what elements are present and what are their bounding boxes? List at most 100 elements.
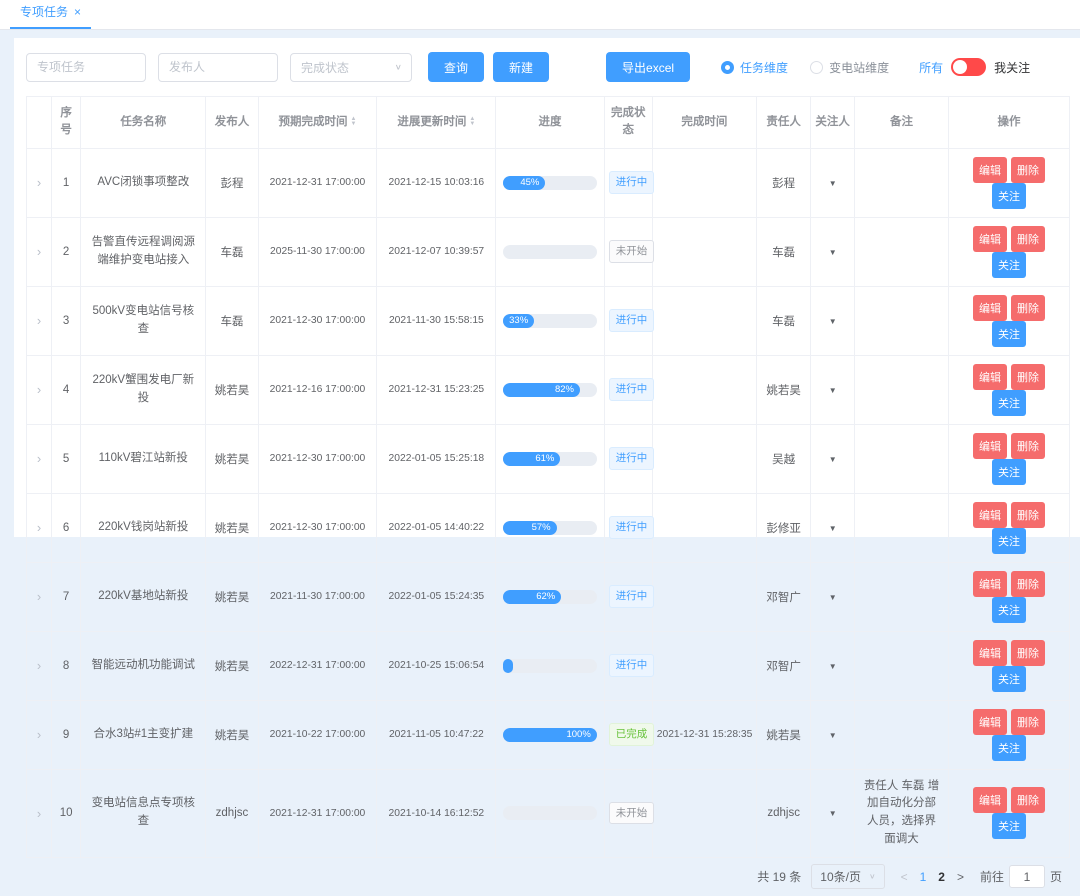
edit-button[interactable]: 编辑 [973,364,1007,390]
delete-button[interactable]: 删除 [1011,709,1045,735]
expand-row-icon[interactable]: › [37,451,41,466]
follow-button[interactable]: 关注 [992,459,1026,485]
progress-fill [503,659,513,673]
edit-button[interactable]: 编辑 [973,433,1007,459]
edit-button[interactable]: 编辑 [973,571,1007,597]
delete-button[interactable]: 删除 [1011,502,1045,528]
task-name: AVC闭锁事项整改 [81,148,206,217]
edit-button[interactable]: 编辑 [973,226,1007,252]
header-publisher: 发布人 [206,97,258,149]
delete-button[interactable]: 删除 [1011,364,1045,390]
follower-dropdown-icon[interactable]: ▼ [829,386,837,395]
delete-button[interactable]: 删除 [1011,433,1045,459]
follow-button[interactable]: 关注 [992,666,1026,692]
prev-page-button[interactable]: < [895,870,914,884]
tab-close-icon[interactable]: × [74,6,81,18]
sort-down-icon[interactable]: ▼ [469,122,475,127]
follow-button[interactable]: 关注 [992,735,1026,761]
expand-row-icon[interactable]: › [37,244,41,259]
status-badge: 进行中 [609,171,655,194]
row-expand-cell: › [27,355,52,424]
page-number-2[interactable]: 2 [932,870,951,884]
follower-dropdown-icon[interactable]: ▼ [829,455,837,464]
follower-dropdown-icon[interactable]: ▼ [829,248,837,257]
task-name-filter-input[interactable] [26,53,146,82]
delete-button[interactable]: 删除 [1011,295,1045,321]
expand-row-icon[interactable]: › [37,727,41,742]
row-index: 10 [52,769,81,857]
delete-button[interactable]: 删除 [1011,787,1045,813]
delete-button[interactable]: 删除 [1011,226,1045,252]
tab-special-tasks[interactable]: 专项任务 × [10,0,91,29]
filter-toolbar: 完成状态 ∨ 查询 新建 导出excel 任务维度 变电站维度 所有 我关注 [26,52,1070,82]
next-page-button[interactable]: > [951,870,970,884]
follower-dropdown-icon[interactable]: ▼ [829,593,837,602]
follow-button[interactable]: 关注 [992,813,1026,839]
edit-button[interactable]: 编辑 [973,787,1007,813]
publisher: 姚若昊 [206,631,258,700]
progress-bar [503,659,596,673]
expand-row-icon[interactable]: › [37,175,41,190]
progress-cell: 33% [496,286,604,355]
follow-button[interactable]: 关注 [992,183,1026,209]
edit-button[interactable]: 编辑 [973,295,1007,321]
sort-icons[interactable]: ▲ ▼ [469,117,475,127]
expand-row-icon[interactable]: › [37,589,41,604]
expand-row-icon[interactable]: › [37,520,41,535]
header-expand [27,97,52,149]
goto-page-input[interactable] [1009,865,1045,888]
delete-button[interactable]: 删除 [1011,157,1045,183]
follow-button[interactable]: 关注 [992,321,1026,347]
owner: zdhjsc [757,769,811,857]
edit-button[interactable]: 编辑 [973,640,1007,666]
follower-dropdown-icon[interactable]: ▼ [829,809,837,818]
goto-label: 前往 [980,868,1004,885]
header-remark: 备注 [855,97,949,149]
query-button[interactable]: 查询 [428,52,484,82]
follower-dropdown-icon[interactable]: ▼ [829,179,837,188]
follow-button[interactable]: 关注 [992,597,1026,623]
sort-down-icon[interactable]: ▼ [351,122,357,127]
edit-button[interactable]: 编辑 [973,709,1007,735]
row-expand-cell: › [27,562,52,631]
finished-time [652,148,756,217]
finished-time [652,631,756,700]
publisher: 彭程 [206,148,258,217]
page-number-1[interactable]: 1 [914,870,933,884]
progress-fill: 62% [503,590,561,604]
expand-row-icon[interactable]: › [37,806,41,821]
row-expand-cell: › [27,217,52,286]
follower-dropdown-icon[interactable]: ▼ [829,662,837,671]
status-filter-select[interactable]: 完成状态 ∨ [290,53,412,82]
follower-dropdown-icon[interactable]: ▼ [829,317,837,326]
create-button[interactable]: 新建 [493,52,549,82]
follower-dropdown-icon[interactable]: ▼ [829,524,837,533]
header-updated-time[interactable]: 进展更新时间 ▲ ▼ [377,97,496,149]
expand-row-icon[interactable]: › [37,658,41,673]
header-expected-time[interactable]: 预期完成时间 ▲ ▼ [258,97,377,149]
export-excel-button[interactable]: 导出excel [606,52,690,82]
row-index: 4 [52,355,81,424]
radio-unchecked-icon [810,61,823,74]
header-index: 序号 [52,97,81,149]
radio-task-dimension[interactable]: 任务维度 [721,59,788,76]
progress-fill: 57% [503,521,556,535]
follow-toggle-switch[interactable] [951,58,986,76]
follow-button[interactable]: 关注 [992,390,1026,416]
expand-row-icon[interactable]: › [37,313,41,328]
expected-time: 2021-12-16 17:00:00 [258,355,377,424]
status-cell: 进行中 [604,148,652,217]
publisher-filter-input[interactable] [158,53,278,82]
header-expected-time-label: 预期完成时间 [279,114,348,131]
delete-button[interactable]: 删除 [1011,640,1045,666]
follow-button[interactable]: 关注 [992,528,1026,554]
radio-substation-dimension[interactable]: 变电站维度 [810,59,889,76]
page-size-select[interactable]: 10条/页 ∨ [811,864,884,889]
delete-button[interactable]: 删除 [1011,571,1045,597]
sort-icons[interactable]: ▲ ▼ [351,117,357,127]
edit-button[interactable]: 编辑 [973,502,1007,528]
edit-button[interactable]: 编辑 [973,157,1007,183]
follow-button[interactable]: 关注 [992,252,1026,278]
follower-dropdown-icon[interactable]: ▼ [829,731,837,740]
expand-row-icon[interactable]: › [37,382,41,397]
